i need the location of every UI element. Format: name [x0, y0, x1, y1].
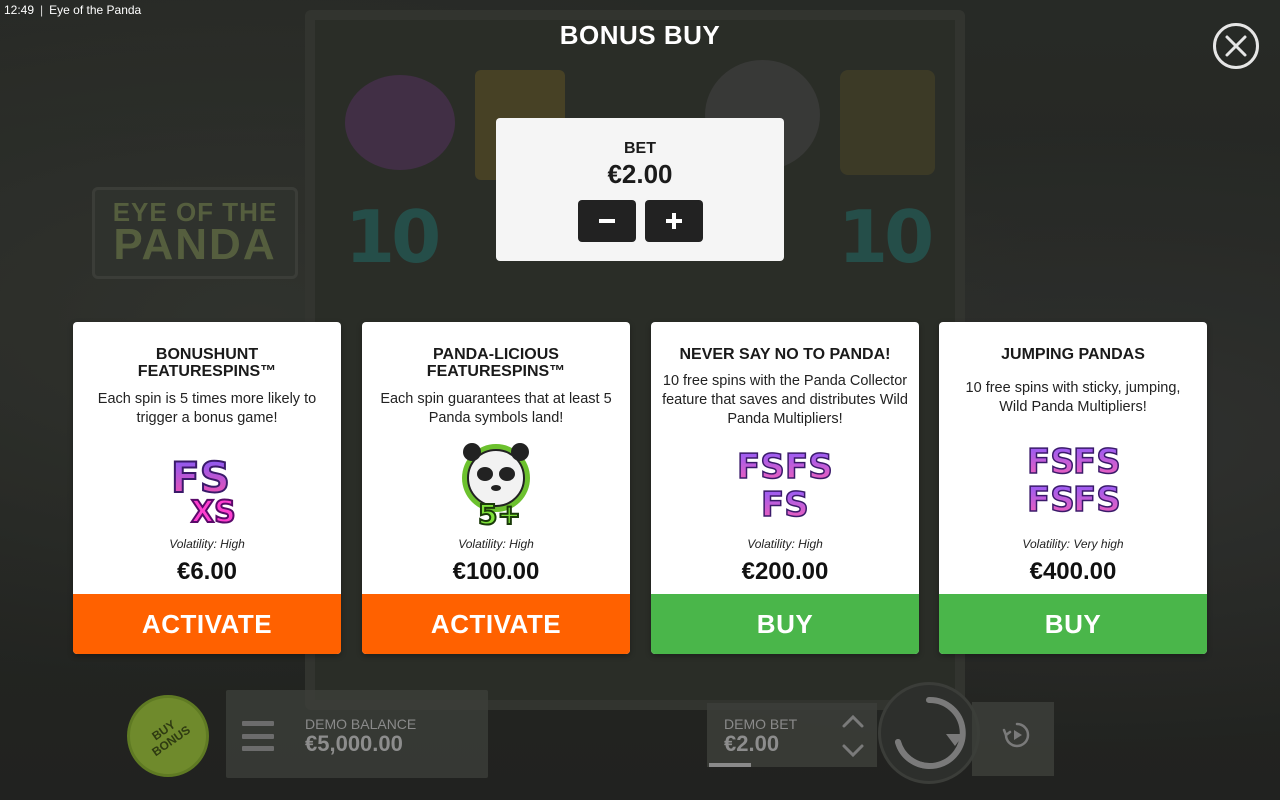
offer-price: €100.00 [452, 558, 540, 585]
offer-volatility: Volatility: High [747, 537, 823, 551]
autoplay-button[interactable] [1000, 718, 1034, 752]
demo-bet-value: €2.00 [724, 731, 780, 756]
buy-button[interactable]: BUY [651, 594, 919, 654]
bet-level-indicator [709, 763, 751, 767]
status-time: 12:49 [4, 3, 35, 17]
buy-bonus-label: BUY BONUS [143, 713, 194, 759]
plus-icon [665, 213, 682, 229]
offer-price: €6.00 [176, 558, 238, 585]
modal-title: BONUS BUY [559, 20, 721, 50]
fs-quad-symbol-icon: FS FS FS FS [1026, 441, 1121, 521]
chevron-up-down-icon[interactable] [838, 710, 868, 762]
panda-5plus-symbol-icon: 5+ [462, 443, 530, 528]
balance-value: €5,000.00 [305, 731, 403, 756]
offer-title: JUMPING PANDAS [1001, 346, 1145, 363]
bet-value: €2.00 [607, 159, 673, 189]
offer-volatility: Volatility: High [169, 537, 245, 551]
fs-art-text: FS [1073, 442, 1121, 482]
spin-button[interactable] [878, 682, 980, 784]
balance-label: DEMO BALANCE [305, 716, 417, 732]
offer-title: BONUSHUNT FEATURESPINS™ [137, 346, 277, 380]
status-bar: 12:49 | Eye of the Panda [0, 0, 300, 20]
minus-icon [598, 219, 615, 223]
offer-card-panda-licious: PANDA-LICIOUS FEATURESPINS™ Each spin gu… [362, 322, 630, 654]
activate-button[interactable]: ACTIVATE [73, 594, 341, 654]
menu-line [242, 733, 274, 739]
bet-label: BET [624, 140, 656, 157]
offer-price: €200.00 [741, 558, 829, 585]
demo-bet-label: DEMO BET [724, 716, 798, 732]
offer-title: PANDA-LICIOUS FEATURESPINS™ [426, 346, 566, 380]
offer-description: 10 free spins with the Panda Collector f… [662, 373, 908, 427]
xs-art-text: XS [191, 495, 236, 528]
hamburger-menu-icon[interactable] [242, 721, 274, 751]
offer-title: NEVER SAY NO TO PANDA! [679, 346, 891, 363]
close-button[interactable] [1213, 23, 1259, 69]
offer-card-never-say-no: NEVER SAY NO TO PANDA! 10 free spins wit… [651, 322, 919, 654]
fs-art-text: FS [1027, 480, 1075, 520]
offer-description: Each spin is 5 times more likely to trig… [97, 391, 317, 426]
fs-art-text: FS [785, 447, 833, 487]
fs-xs-symbol-icon: FS XS [170, 452, 237, 528]
menu-line [242, 746, 274, 751]
spin-arrow-icon [895, 696, 966, 769]
bet-panel: BET €2.00 [496, 118, 784, 261]
status-separator: | [40, 3, 44, 17]
five-plus-art-text: 5+ [478, 498, 521, 528]
offer-card-jumping-pandas: JUMPING PANDAS 10 free spins with sticky… [939, 322, 1207, 654]
offer-card-bonushunt: BONUSHUNT FEATURESPINS™ Each spin is 5 t… [73, 322, 341, 654]
offer-volatility: Volatility: Very high [1022, 537, 1124, 551]
offer-description: 10 free spins with sticky, jumping, Wild… [965, 380, 1181, 415]
menu-line [242, 721, 274, 726]
offer-price: €400.00 [1029, 558, 1117, 585]
fs-art-text: FS [737, 447, 785, 487]
offer-description: Each spin guarantees that at least 5 Pan… [380, 391, 612, 426]
buy-bonus-button[interactable]: BUY BONUS [127, 695, 209, 777]
bet-decrease-button[interactable] [577, 200, 636, 242]
buy-button[interactable]: BUY [939, 594, 1207, 654]
bet-increase-button[interactable] [644, 200, 703, 242]
fs-art-text: FS [761, 485, 809, 525]
window-title: Eye of the Panda [49, 3, 142, 17]
close-icon [1225, 35, 1247, 57]
fs-art-text: FS [1027, 442, 1075, 482]
fs-triple-symbol-icon: FS FS FS [736, 446, 833, 526]
fs-art-text: FS [1073, 480, 1121, 520]
activate-button[interactable]: ACTIVATE [362, 594, 630, 654]
offer-volatility: Volatility: High [458, 537, 534, 551]
autoplay-icon [1002, 722, 1030, 748]
bet-stepper [496, 200, 784, 242]
